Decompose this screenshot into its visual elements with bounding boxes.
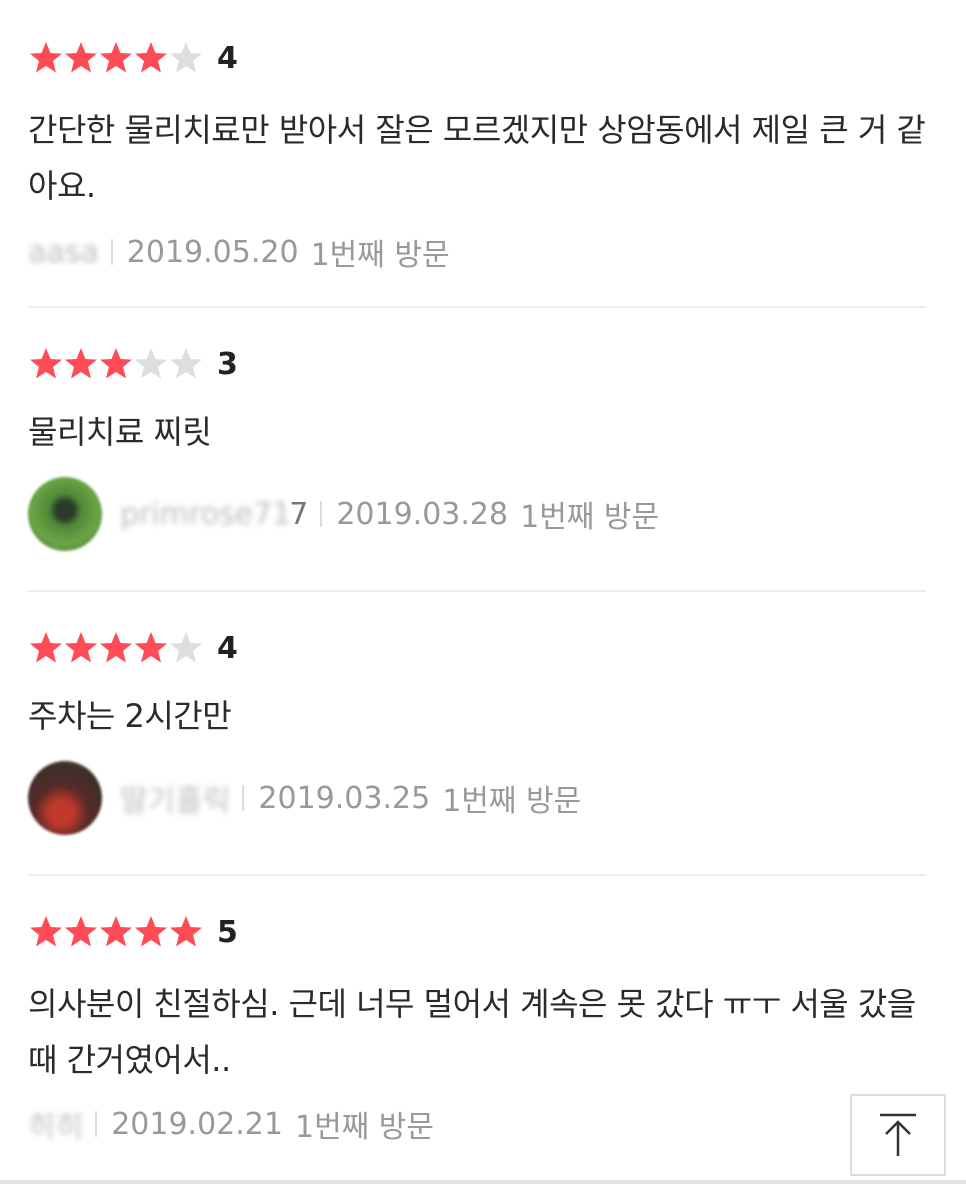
review-date: 2019.03.25 bbox=[258, 780, 431, 816]
strawberry-avatar[interactable] bbox=[28, 761, 102, 835]
visit-count: 1번째 방문 bbox=[310, 238, 450, 273]
divider bbox=[28, 874, 926, 876]
review-item: 5 의사분이 친절하심. 근데 너무 멀어서 계속은 못 갔다 ㅠㅜ 서울 갔을… bbox=[28, 912, 926, 1154]
star-filled-icon bbox=[100, 632, 132, 663]
rating-row: 4 bbox=[28, 628, 926, 668]
star-rating bbox=[28, 346, 203, 382]
star-filled-icon bbox=[65, 632, 97, 663]
review-text: 간단한 물리치료만 받아서 잘은 모르겠지만 상암동에서 제일 큰 거 같아요. bbox=[28, 111, 926, 205]
scroll-to-top-button[interactable] bbox=[850, 1094, 946, 1176]
reviewer-nickname-tail[interactable]: 7 bbox=[289, 497, 308, 532]
review-list: 4 간단한 물리치료만 받아서 잘은 모르겠지만 상암동에서 제일 큰 거 같아… bbox=[0, 0, 966, 1184]
star-filled-icon bbox=[135, 916, 167, 947]
rating-row: 5 bbox=[28, 912, 926, 952]
rating-row: 3 bbox=[28, 344, 926, 384]
star-empty-icon bbox=[170, 42, 202, 73]
meta-divider bbox=[95, 1111, 98, 1137]
review-meta: 딸기홀릭 2019.03.25 1번째 방문 bbox=[28, 760, 926, 836]
review-date: 2019.05.20 bbox=[126, 234, 299, 270]
divider bbox=[28, 306, 926, 308]
arrow-up-to-top-icon bbox=[880, 1113, 916, 1156]
bottom-border bbox=[0, 1180, 966, 1184]
review-item: 3 물리치료 찌릿 primrose71 7 2019.03.28 1번째 방문 bbox=[28, 344, 926, 552]
visit-count: 1번째 방문 bbox=[520, 500, 660, 535]
star-rating bbox=[28, 630, 203, 666]
star-filled-icon bbox=[170, 916, 202, 947]
reviewer-nickname[interactable]: 딸기홀릭 bbox=[120, 776, 230, 820]
visit-count: 1번째 방문 bbox=[294, 1110, 435, 1145]
divider bbox=[28, 590, 926, 592]
meta-divider bbox=[320, 501, 323, 527]
review-meta: aasa 2019.05.20 1번째 방문 bbox=[28, 222, 926, 282]
star-empty-icon bbox=[135, 348, 167, 379]
review-meta: 히히 2019.02.21 1번째 방문 bbox=[28, 1094, 926, 1154]
review-text: 주차는 2시간만 bbox=[28, 697, 232, 735]
reviewer-nickname[interactable]: primrose71 bbox=[120, 497, 291, 532]
meta-divider bbox=[242, 785, 245, 811]
star-filled-icon bbox=[30, 632, 62, 663]
star-filled-icon bbox=[135, 42, 167, 73]
review-text: 물리치료 찌릿 bbox=[28, 413, 212, 451]
star-filled-icon bbox=[100, 916, 132, 947]
rating-score: 5 bbox=[217, 914, 238, 950]
rating-row: 4 bbox=[28, 38, 926, 78]
star-empty-icon bbox=[170, 632, 202, 663]
review-meta: primrose71 7 2019.03.28 1번째 방문 bbox=[28, 476, 926, 552]
star-filled-icon bbox=[100, 348, 132, 379]
review-date: 2019.03.28 bbox=[336, 496, 509, 532]
meta-divider bbox=[110, 239, 113, 265]
star-filled-icon bbox=[65, 348, 97, 379]
rating-score: 4 bbox=[217, 40, 238, 76]
rating-score: 3 bbox=[217, 346, 238, 382]
green-leaf-avatar[interactable] bbox=[28, 477, 102, 551]
reviewer-nickname[interactable]: aasa bbox=[28, 235, 99, 270]
star-empty-icon bbox=[170, 348, 202, 379]
review-item: 4 주차는 2시간만 딸기홀릭 2019.03.25 1번째 방문 bbox=[28, 628, 926, 836]
star-filled-icon bbox=[30, 916, 62, 947]
star-filled-icon bbox=[65, 916, 97, 947]
rating-score: 4 bbox=[217, 630, 238, 666]
star-filled-icon bbox=[135, 632, 167, 663]
star-filled-icon bbox=[65, 42, 97, 73]
star-rating bbox=[28, 914, 203, 950]
review-item: 4 간단한 물리치료만 받아서 잘은 모르겠지만 상암동에서 제일 큰 거 같아… bbox=[28, 38, 926, 282]
reviewer-nickname[interactable]: 히히 bbox=[28, 1102, 83, 1146]
visit-count: 1번째 방문 bbox=[442, 784, 582, 819]
review-text: 의사분이 친절하심. 근데 너무 멀어서 계속은 못 갔다 ㅠㅜ 서울 갔을때 … bbox=[28, 985, 916, 1079]
star-rating bbox=[28, 40, 203, 76]
review-date: 2019.02.21 bbox=[111, 1106, 283, 1142]
star-filled-icon bbox=[30, 42, 62, 73]
star-filled-icon bbox=[100, 42, 132, 73]
star-filled-icon bbox=[30, 348, 62, 379]
